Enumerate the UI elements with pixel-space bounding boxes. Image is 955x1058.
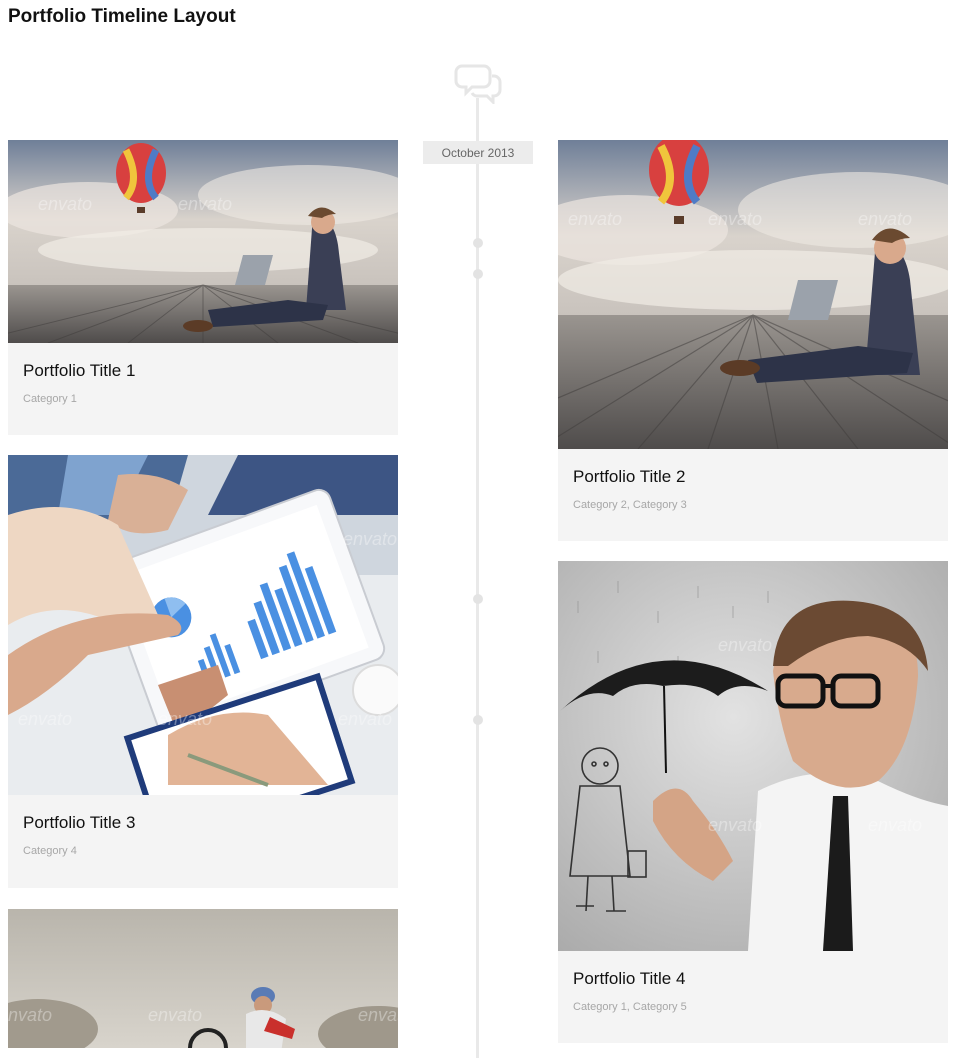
portfolio-categories[interactable]: Category 4 <box>23 845 383 857</box>
page-title: Portfolio Timeline Layout <box>8 6 236 27</box>
portfolio-card[interactable]: envato envato envato envato Portfolio Ti… <box>8 455 398 888</box>
portfolio-title[interactable]: Portfolio Title 3 <box>23 813 383 833</box>
timeline-month-label: October 2013 <box>423 141 533 164</box>
svg-text:envato: envato <box>343 529 397 549</box>
svg-text:envato: envato <box>708 209 762 229</box>
svg-text:envato: envato <box>358 1005 398 1025</box>
portfolio-categories[interactable]: Category 2, Category 3 <box>573 499 933 511</box>
balloon-laptop-man-photo[interactable]: envato envato envato <box>558 140 948 449</box>
svg-text:envato: envato <box>338 709 392 729</box>
svg-text:envato: envato <box>158 709 212 729</box>
portfolio-categories[interactable]: Category 1, Category 5 <box>573 1001 933 1013</box>
balloon-laptop-man-photo[interactable]: envato envato <box>8 140 398 343</box>
svg-text:envato: envato <box>38 194 92 214</box>
svg-text:envato: envato <box>868 815 922 835</box>
svg-text:envato: envato <box>178 194 232 214</box>
svg-text:envato: envato <box>8 1005 52 1025</box>
umbrella-businessman-photo[interactable]: envato envato envato <box>558 561 948 951</box>
svg-text:envato: envato <box>858 209 912 229</box>
portfolio-card[interactable]: envato envato Portfolio Title 1 Category… <box>8 140 398 435</box>
portfolio-title[interactable]: Portfolio Title 1 <box>23 361 383 381</box>
timeline-dot <box>473 269 483 279</box>
svg-text:envato: envato <box>18 709 72 729</box>
timeline-dot <box>473 715 483 725</box>
portfolio-card[interactable]: envato envato envato <box>8 909 398 1048</box>
cyclist-photo[interactable]: envato envato envato <box>8 909 398 1048</box>
portfolio-categories[interactable]: Category 1 <box>23 393 383 405</box>
comments-icon <box>454 60 502 106</box>
timeline-dot <box>473 594 483 604</box>
portfolio-card[interactable]: envato envato envato Portfolio Title 4 C… <box>558 561 948 1043</box>
svg-text:envato: envato <box>568 209 622 229</box>
tablet-business-chart-photo[interactable]: envato envato envato envato <box>8 455 398 795</box>
portfolio-card[interactable]: envato envato envato Portfolio Title 2 C… <box>558 140 948 541</box>
svg-text:envato: envato <box>718 635 772 655</box>
timeline-dot <box>473 238 483 248</box>
portfolio-title[interactable]: Portfolio Title 4 <box>573 969 933 989</box>
portfolio-title[interactable]: Portfolio Title 2 <box>573 467 933 487</box>
svg-text:envato: envato <box>148 1005 202 1025</box>
svg-text:envato: envato <box>708 815 762 835</box>
